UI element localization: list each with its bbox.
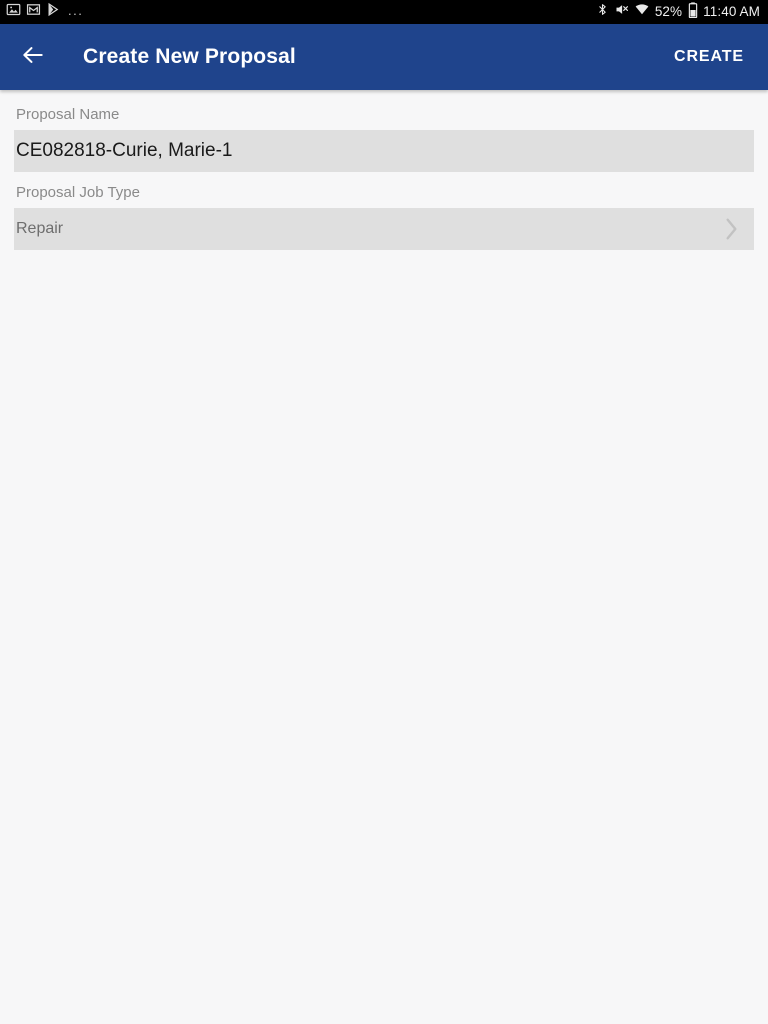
app-bar: Create New Proposal CREATE xyxy=(0,24,768,90)
chevron-right-icon xyxy=(720,217,742,241)
create-button[interactable]: CREATE xyxy=(668,40,750,74)
app-screen: ... 52% 11:40 AM Create New Proposal CRE… xyxy=(0,0,768,1024)
status-bar-system: 52% 11:40 AM xyxy=(596,0,760,24)
proposal-job-type-picker[interactable]: Repair xyxy=(14,208,754,250)
page-title: Create New Proposal xyxy=(83,45,296,68)
wifi-icon xyxy=(634,2,650,22)
field-value: Repair xyxy=(16,220,64,237)
arrow-back-icon xyxy=(20,42,46,73)
field-label: Proposal Job Type xyxy=(16,184,140,201)
battery-icon xyxy=(688,1,698,23)
image-icon xyxy=(6,2,21,22)
form-content: Proposal Name CE082818-Curie, Marie-1 Pr… xyxy=(0,90,768,1024)
battery-percentage: 52% xyxy=(654,4,683,19)
field-proposal-name: Proposal Name CE082818-Curie, Marie-1 xyxy=(0,106,768,172)
play-store-icon xyxy=(46,2,61,22)
notification-overflow-dots: ... xyxy=(68,2,84,18)
bluetooth-icon xyxy=(596,2,609,22)
field-label: Proposal Name xyxy=(16,106,120,123)
volume-muted-icon xyxy=(614,2,629,22)
field-value: CE082818-Curie, Marie-1 xyxy=(16,140,233,161)
back-button[interactable] xyxy=(20,36,62,78)
field-proposal-job-type: Proposal Job Type Repair xyxy=(0,184,768,250)
status-bar-clock: 11:40 AM xyxy=(703,4,760,19)
proposal-name-input[interactable]: CE082818-Curie, Marie-1 xyxy=(14,130,754,172)
status-bar-notifications: ... xyxy=(6,2,83,22)
gmail-icon xyxy=(26,2,41,22)
status-bar: ... 52% 11:40 AM xyxy=(0,0,768,24)
